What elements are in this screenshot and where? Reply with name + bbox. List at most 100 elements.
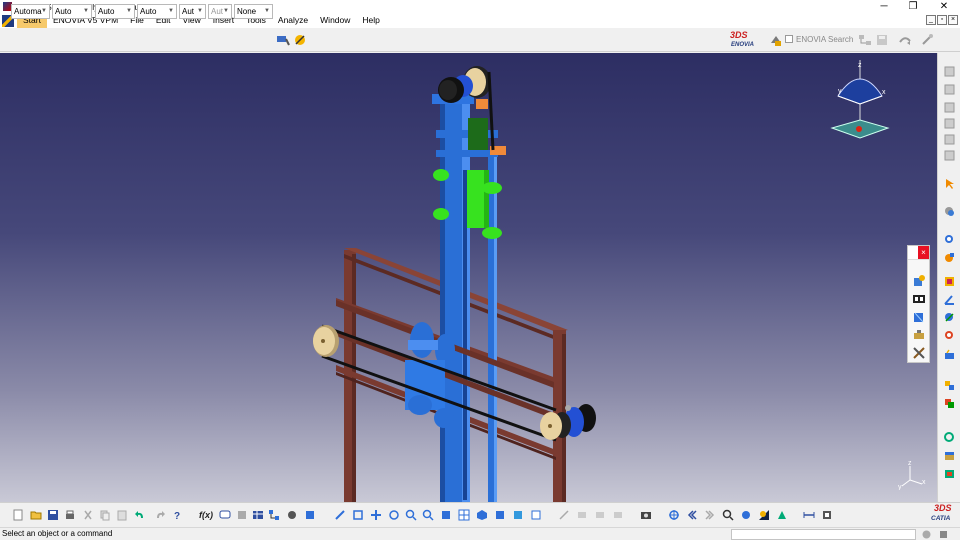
doc-minimize-button[interactable]: _ bbox=[926, 15, 936, 25]
doc-restore-button[interactable]: ▫ bbox=[937, 15, 947, 25]
update-icon[interactable] bbox=[943, 431, 956, 444]
smart-move-disabled-icon[interactable] bbox=[612, 509, 624, 521]
apply-material-icon[interactable] bbox=[776, 509, 788, 521]
color-combo[interactable]: Automa ▼ bbox=[11, 4, 50, 19]
floating-toolbar[interactable]: × bbox=[907, 245, 930, 363]
hide-show-icon[interactable] bbox=[512, 509, 524, 521]
enovia-search-checkbox[interactable] bbox=[785, 35, 793, 43]
measure-item-icon[interactable] bbox=[821, 509, 833, 521]
format-painter-icon[interactable] bbox=[276, 33, 290, 47]
new-product-icon[interactable] bbox=[943, 83, 956, 96]
fly-mode-icon[interactable] bbox=[334, 509, 346, 521]
linetype-combo[interactable]: Auto ▼ bbox=[137, 4, 177, 19]
command-input[interactable] bbox=[731, 529, 916, 540]
open-folder-icon[interactable] bbox=[30, 509, 42, 521]
enovia-search-label[interactable]: ENOVIA Search bbox=[796, 35, 853, 44]
coincidence-constraint-icon[interactable] bbox=[943, 233, 956, 246]
manipulate-icon[interactable] bbox=[912, 292, 926, 306]
minimize-button[interactable]: ─ bbox=[870, 0, 898, 13]
next-view-icon[interactable] bbox=[704, 509, 716, 521]
menu-window[interactable]: Window bbox=[314, 13, 356, 28]
formula-button[interactable]: f(x) bbox=[199, 510, 213, 520]
paste-icon[interactable] bbox=[116, 509, 128, 521]
multi-view-icon[interactable] bbox=[458, 509, 470, 521]
close-icon[interactable]: × bbox=[918, 246, 929, 259]
select-arrow-icon[interactable] bbox=[943, 177, 956, 190]
assembly-model[interactable] bbox=[0, 53, 937, 502]
iso-view-icon[interactable] bbox=[476, 509, 488, 521]
replace-component-icon[interactable] bbox=[943, 133, 956, 146]
normal-view-icon[interactable] bbox=[440, 509, 452, 521]
snap-icon[interactable] bbox=[912, 328, 926, 342]
fix-constraint-icon[interactable] bbox=[943, 311, 956, 324]
menu-analyze[interactable]: Analyze bbox=[272, 13, 314, 28]
enovia-open-icon[interactable] bbox=[898, 33, 912, 47]
3d-viewport[interactable]: z y x z x y bbox=[0, 53, 937, 502]
previous-view-icon[interactable] bbox=[686, 509, 698, 521]
zoom-out-icon[interactable] bbox=[422, 509, 434, 521]
whats-this-icon[interactable]: ? bbox=[172, 509, 184, 521]
measure-icon[interactable] bbox=[943, 467, 956, 480]
product-structure-icon[interactable] bbox=[268, 509, 280, 521]
knowledge-icon[interactable] bbox=[236, 509, 248, 521]
compass-widget[interactable]: z y x bbox=[828, 58, 892, 144]
restore-button[interactable]: ❐ bbox=[899, 0, 927, 13]
compass-reset-icon[interactable] bbox=[668, 509, 680, 521]
new-part-icon[interactable] bbox=[943, 101, 956, 114]
offset-constraint-icon[interactable] bbox=[943, 275, 956, 288]
sectioning-icon[interactable] bbox=[943, 449, 956, 462]
catia-logo[interactable]: 3DS CATIA bbox=[928, 503, 958, 525]
tools-icon[interactable] bbox=[912, 346, 926, 360]
multi-instantiation-icon[interactable] bbox=[943, 205, 956, 218]
copy-icon[interactable] bbox=[99, 509, 111, 521]
comment-icon[interactable] bbox=[219, 509, 231, 521]
left-pulley[interactable] bbox=[313, 325, 339, 357]
fix-component-icon[interactable] bbox=[912, 310, 926, 324]
graph-tree-reordering-icon[interactable] bbox=[943, 149, 956, 162]
existing-component-icon[interactable] bbox=[912, 274, 926, 288]
contact-constraint-icon[interactable] bbox=[943, 251, 956, 264]
enovia-logo[interactable]: 3DS ENOVIA bbox=[727, 30, 763, 50]
fit-all-icon[interactable] bbox=[352, 509, 364, 521]
point-symbol-combo[interactable]: Aut ▼ bbox=[179, 4, 206, 19]
snap-disabled-icon[interactable] bbox=[558, 509, 570, 521]
clash-icon[interactable] bbox=[943, 397, 956, 410]
quick-constraint-icon[interactable] bbox=[943, 349, 956, 362]
zoom-in-icon[interactable] bbox=[405, 509, 417, 521]
print-icon[interactable] bbox=[64, 509, 76, 521]
search-icon[interactable] bbox=[722, 509, 734, 521]
transparency-combo[interactable]: Auto ▼ bbox=[52, 4, 92, 19]
graphic-properties-wizard-icon[interactable] bbox=[293, 33, 307, 47]
enovia-save-icon[interactable] bbox=[875, 33, 889, 47]
fix-together-icon[interactable] bbox=[943, 329, 956, 342]
capture-icon[interactable] bbox=[640, 509, 652, 521]
layer-combo[interactable]: None ▼ bbox=[234, 4, 273, 19]
angle-constraint-icon[interactable] bbox=[943, 293, 956, 306]
enovia-connect-icon[interactable] bbox=[769, 33, 783, 47]
power-input-icon[interactable] bbox=[938, 529, 949, 540]
vertical-columns[interactable] bbox=[432, 94, 498, 502]
table-icon[interactable] bbox=[252, 509, 264, 521]
cut-icon[interactable] bbox=[82, 509, 94, 521]
shading-icon[interactable] bbox=[494, 509, 506, 521]
undo-icon[interactable] bbox=[134, 509, 146, 521]
line-thickness-combo[interactable]: Auto ▼ bbox=[95, 4, 135, 19]
right-motor-pulley[interactable] bbox=[540, 404, 596, 440]
material-icon[interactable] bbox=[758, 509, 770, 521]
enovia-tree-icon[interactable] bbox=[858, 33, 872, 47]
measure-between-icon[interactable] bbox=[803, 509, 815, 521]
stop-command-icon[interactable] bbox=[921, 529, 932, 540]
doc-close-button[interactable]: × bbox=[948, 15, 958, 25]
scene-icon[interactable] bbox=[304, 509, 316, 521]
rotate-icon[interactable] bbox=[388, 509, 400, 521]
quick-select-icon[interactable] bbox=[740, 509, 752, 521]
floating-toolbar-header[interactable]: × bbox=[908, 246, 929, 260]
pan-icon[interactable] bbox=[370, 509, 382, 521]
new-component-icon[interactable] bbox=[943, 65, 956, 78]
move-disabled-icon[interactable] bbox=[594, 509, 606, 521]
redo-icon[interactable] bbox=[154, 509, 166, 521]
new-document-icon[interactable] bbox=[12, 509, 24, 521]
enovia-lcd-icon[interactable] bbox=[920, 33, 934, 47]
menu-help[interactable]: Help bbox=[356, 13, 385, 28]
catalog-icon[interactable] bbox=[286, 509, 298, 521]
